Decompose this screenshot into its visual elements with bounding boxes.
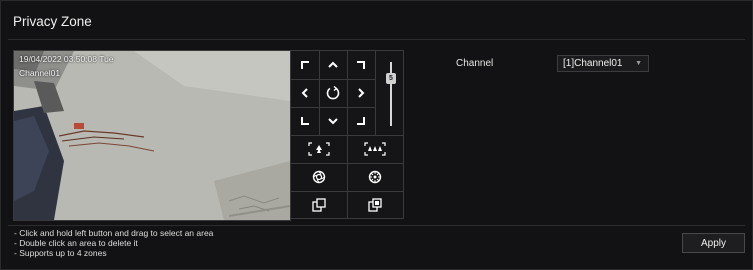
zoom-out-button[interactable] [347,135,403,163]
arrow-up-right-icon [357,61,365,69]
hint-item: - Click and hold left button and drag to… [14,228,214,238]
ptz-auto-rotate-button[interactable] [319,79,347,107]
ptz-down-left-button[interactable] [291,107,319,135]
ptz-left-button[interactable] [291,79,319,107]
arrow-down-right-icon [357,117,365,125]
ptz-speed-slider[interactable] [390,62,392,126]
iris-close-icon [312,198,326,212]
channel-select[interactable]: [1]Channel01 ▼ [557,55,649,72]
ptz-down-right-button[interactable] [347,107,375,135]
page-title: Privacy Zone [13,14,92,29]
hint-item: - Double click an area to delete it [14,238,138,248]
iris-open-button[interactable] [347,191,403,219]
video-timestamp: 19/04/2022 03:50:08 Tue [19,54,114,64]
channel-label: Channel [456,58,494,69]
apply-button[interactable]: Apply [682,233,745,253]
auto-rotate-icon [326,85,340,100]
video-channel-label: Channel01 [19,68,61,78]
video-preview[interactable]: 19/04/2022 03:50:08 Tue Channel01 [13,50,291,221]
arrow-right-icon [358,88,365,98]
ptz-up-right-button[interactable] [347,51,375,79]
arrow-up-left-icon [301,61,309,69]
ptz-down-button[interactable] [319,107,347,135]
ptz-up-left-button[interactable] [291,51,319,79]
arrow-up-icon [328,61,338,68]
title-divider [8,39,745,40]
arrow-down-icon [328,118,338,125]
zoom-out-icon [364,142,386,156]
iris-close-button[interactable] [291,191,347,219]
privacy-zone-panel: Privacy Zone 19/04/2022 03:50:08 Tue Cha… [0,0,753,270]
bottom-divider [8,225,745,226]
hint-item: - Supports up to 4 zones [14,248,107,258]
focus-far-icon [368,170,382,184]
ptz-divider [375,51,376,135]
focus-far-button[interactable] [347,163,403,191]
zoom-in-icon [308,142,330,156]
hint-list: - Click and hold left button and drag to… [14,228,213,258]
ptz-control-panel: 5 [290,50,404,219]
ptz-speed-knob[interactable]: 5 [386,73,396,84]
zoom-in-button[interactable] [291,135,347,163]
channel-select-value: [1]Channel01 [563,58,623,69]
arrow-down-left-icon [301,117,309,125]
ptz-up-button[interactable] [319,51,347,79]
ptz-right-button[interactable] [347,79,375,107]
arrow-left-icon [301,88,308,98]
focus-near-icon [312,170,326,184]
focus-near-button[interactable] [291,163,347,191]
iris-open-icon [368,198,382,212]
chevron-down-icon: ▼ [635,60,642,67]
